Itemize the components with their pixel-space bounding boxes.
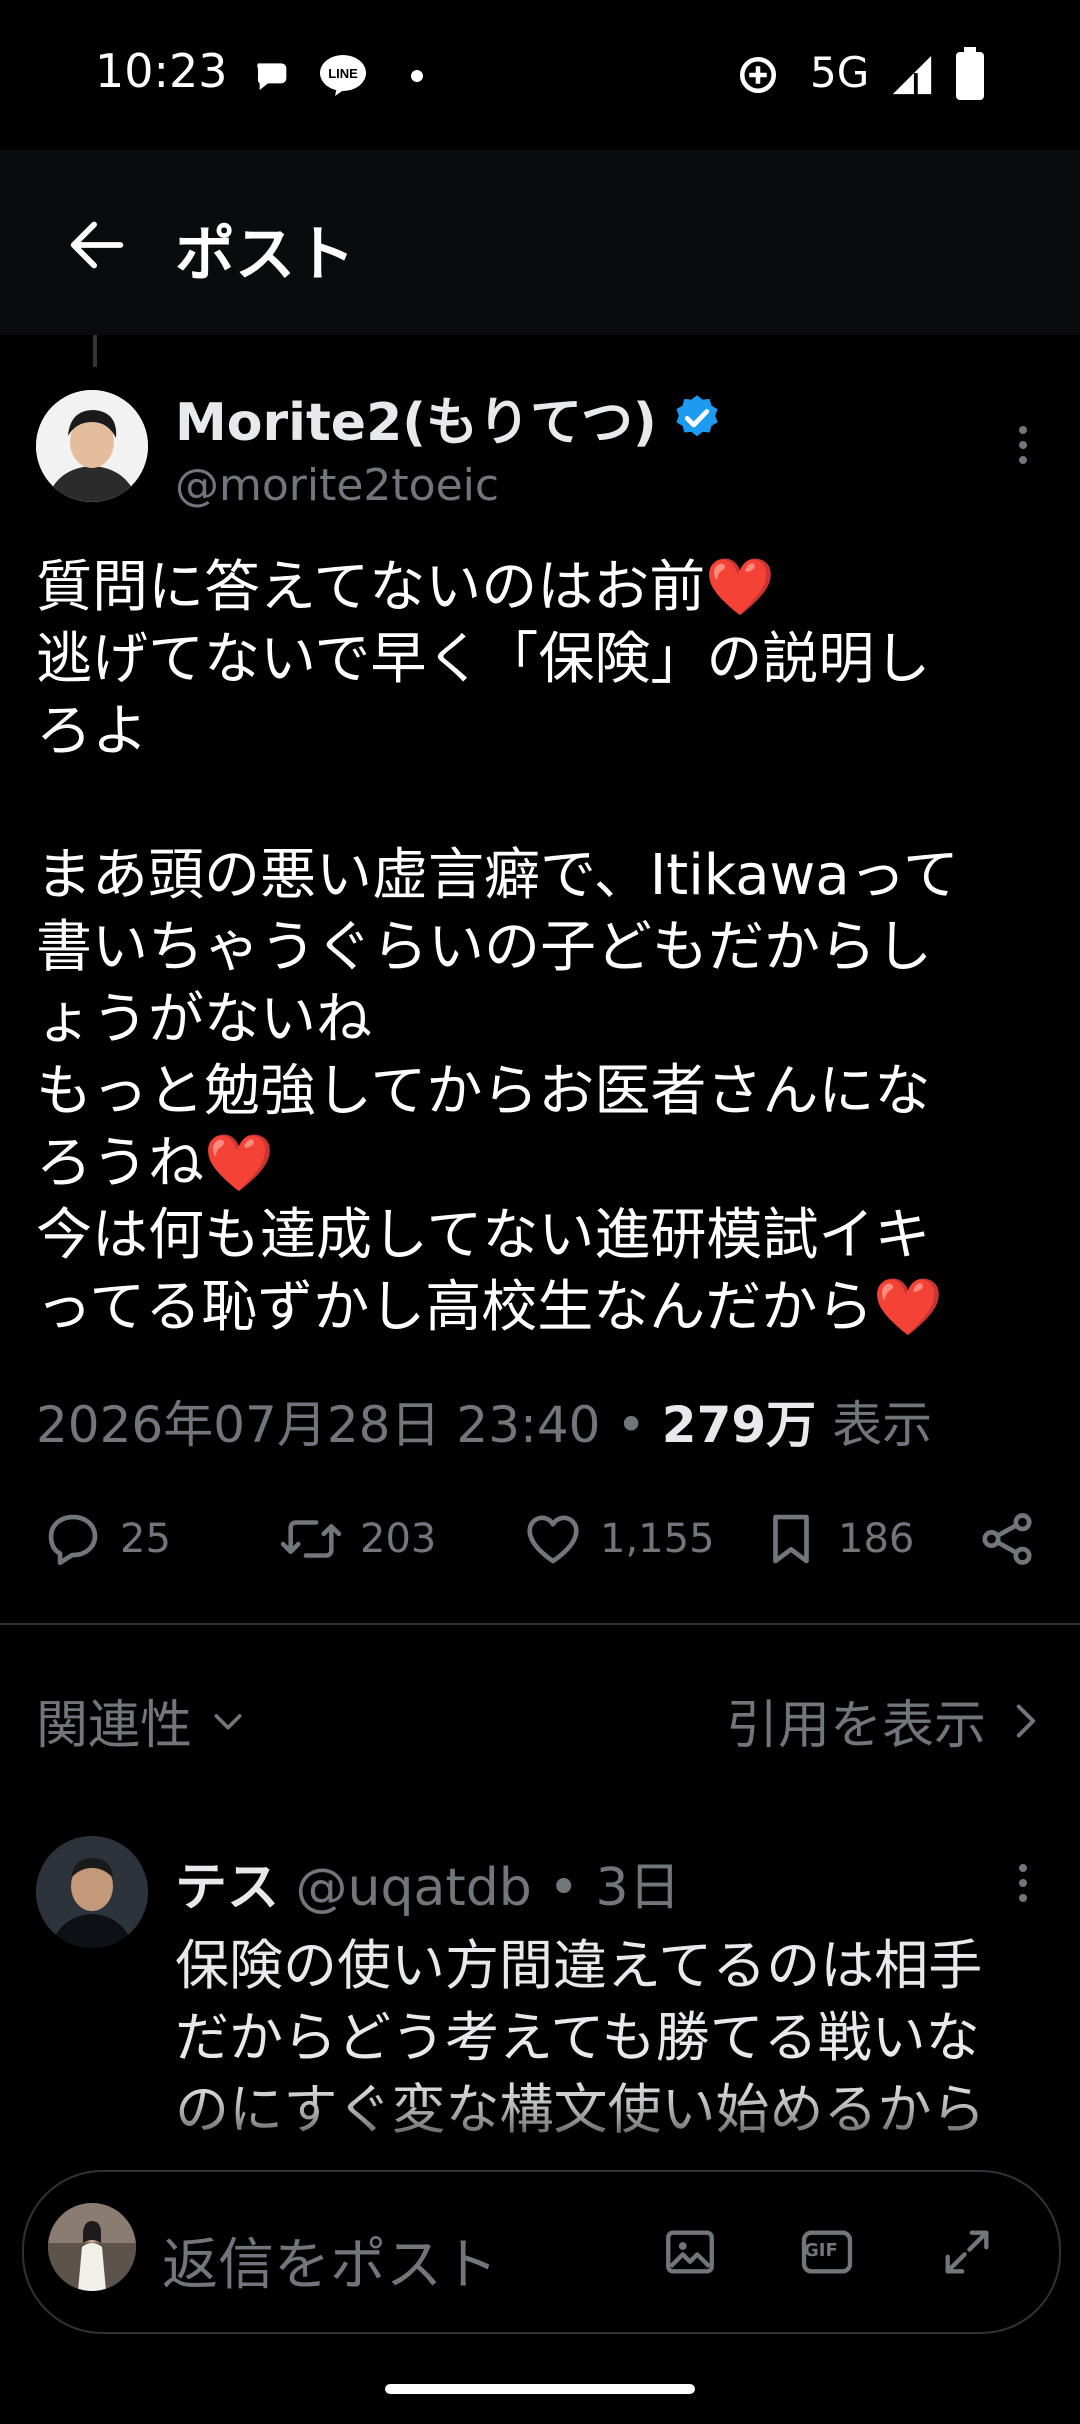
reply-age[interactable]: 3日 <box>596 1858 681 1918</box>
post-line: 今は何も達成してない進研模試イキ <box>36 1203 931 1268</box>
post-line: 書いちゃうぐらいの子どもだからし <box>36 915 932 980</box>
author-name-row[interactable]: Morite2(もりてつ) <box>175 380 723 455</box>
reply-author-name[interactable]: テス <box>175 1858 279 1918</box>
reply-icon <box>48 1514 98 1566</box>
view-quotes-link[interactable]: 引用を表示 <box>726 1683 1044 1758</box>
more-vertical-icon <box>1019 426 1027 464</box>
reply-text: 保険の使い方間違えてるのは相手 だからどう考えても勝てる戦いな のにすぐ変な構文使い… <box>175 1930 1055 2146</box>
repost-button[interactable]: 203 <box>278 1508 436 1570</box>
status-bar: 10:23 LINE 5G <box>0 0 1080 150</box>
chat-bubble-icon <box>250 52 296 98</box>
post-actions: 25 203 1,155 186 <box>0 1508 1080 1588</box>
more-options-button[interactable] <box>1008 420 1038 470</box>
data-saver-icon <box>735 52 781 98</box>
post-timestamp[interactable]: 2026年07月28日 23:40 <box>36 1396 600 1454</box>
reply-header: テス @uqatdb • 3日 <box>175 1845 681 1920</box>
bookmark-button[interactable]: 186 <box>760 1508 914 1570</box>
network-type: 5G <box>810 48 870 97</box>
post-line: 逃げてないで早く「保険」の説明し <box>36 627 931 692</box>
heart-emoji: ❤️ <box>873 1275 943 1340</box>
share-button[interactable] <box>976 1508 1038 1570</box>
sort-dropdown[interactable]: 関連性 <box>36 1683 248 1758</box>
reply-line: のにすぐ変な構文使い始めるから <box>175 2078 986 2141</box>
verified-badge-icon <box>676 394 718 436</box>
gif-label: GIF <box>804 2240 838 2261</box>
gesture-nav-bar[interactable] <box>385 2384 695 2394</box>
page-title: ポスト <box>175 220 355 290</box>
dot-icon <box>411 70 423 82</box>
like-count: 1,155 <box>600 1516 715 1562</box>
expand-icon <box>945 2230 989 2274</box>
reply-count: 25 <box>120 1516 171 1562</box>
reply-line: だからどう考えても勝てる戦いな <box>175 2006 980 2069</box>
thread-connector <box>93 335 97 367</box>
my-avatar <box>48 2203 136 2291</box>
image-icon <box>666 2230 714 2274</box>
expand-button[interactable] <box>935 2220 999 2284</box>
like-button[interactable]: 1,155 <box>522 1508 715 1570</box>
author-handle[interactable]: @morite2toeic <box>175 460 499 511</box>
more-vertical-icon <box>1019 1864 1027 1902</box>
post-line: もっと勉強してからお医者さんにな <box>36 1059 931 1124</box>
post-line: 質問に答えてないのはお前 <box>36 555 706 620</box>
reply-line: 保険の使い方間違えてるのは相手 <box>175 1934 983 1997</box>
image-button[interactable] <box>658 2220 722 2284</box>
post-meta: 2026年07月28日 23:40 • 279万 表示 <box>36 1385 932 1457</box>
reply-more-options-button[interactable] <box>1008 1858 1038 1908</box>
sort-label: 関連性 <box>36 1696 193 1756</box>
bookmark-count: 186 <box>838 1516 915 1562</box>
author-name[interactable]: Morite2(もりてつ) <box>175 380 657 455</box>
svg-text:LINE: LINE <box>328 66 358 81</box>
views-count[interactable]: 279万 <box>662 1396 816 1454</box>
heart-emoji: ❤️ <box>705 555 775 620</box>
gif-button[interactable]: GIF <box>795 2220 859 2284</box>
meta-separator: • <box>616 1396 646 1454</box>
heart-icon <box>527 1515 579 1564</box>
bookmark-icon <box>773 1514 809 1564</box>
reply-separator: • <box>548 1858 579 1918</box>
post-line: ょうがないね <box>36 987 372 1052</box>
post-line: ろよ <box>36 699 148 764</box>
repost-icon <box>280 1520 342 1558</box>
post-line: まあ頭の悪い虚言癖で、Itikawaって <box>36 843 959 908</box>
view-quotes-label: 引用を表示 <box>725 1696 986 1756</box>
arrow-left-icon <box>70 221 124 269</box>
profile-photo <box>36 390 148 502</box>
repost-count: 203 <box>360 1516 437 1562</box>
post-line: ってる恥ずかし高校生なんだから <box>36 1275 874 1340</box>
reply-button[interactable]: 25 <box>42 1508 171 1570</box>
reply-avatar[interactable] <box>36 1836 148 1948</box>
status-time: 10:23 <box>95 44 228 98</box>
line-app-icon: LINE <box>318 52 368 98</box>
share-icon <box>982 1513 1032 1565</box>
chevron-right-icon <box>1016 1704 1036 1737</box>
signal-icon <box>888 50 936 100</box>
my-profile-photo <box>48 2203 136 2291</box>
reply-author-handle[interactable]: @uqatdb <box>296 1858 532 1918</box>
post-text: 質問に答えてないのはお前❤️ 逃げてないで早く「保険」の説明し ろよ まあ頭の悪い虚… <box>36 552 1046 1344</box>
heart-emoji: ❤️ <box>204 1131 274 1196</box>
views-label: 表示 <box>832 1396 933 1454</box>
reply-profile-photo <box>36 1836 148 1948</box>
divider <box>0 1623 1080 1625</box>
reply-input[interactable]: 返信をポスト <box>162 2220 498 2301</box>
chevron-down-icon <box>214 1713 242 1729</box>
back-button[interactable] <box>62 210 132 280</box>
avatar[interactable] <box>36 390 148 502</box>
post-line: ろうね <box>36 1131 204 1196</box>
top-app-bar <box>0 150 1080 335</box>
battery-icon <box>953 46 987 102</box>
